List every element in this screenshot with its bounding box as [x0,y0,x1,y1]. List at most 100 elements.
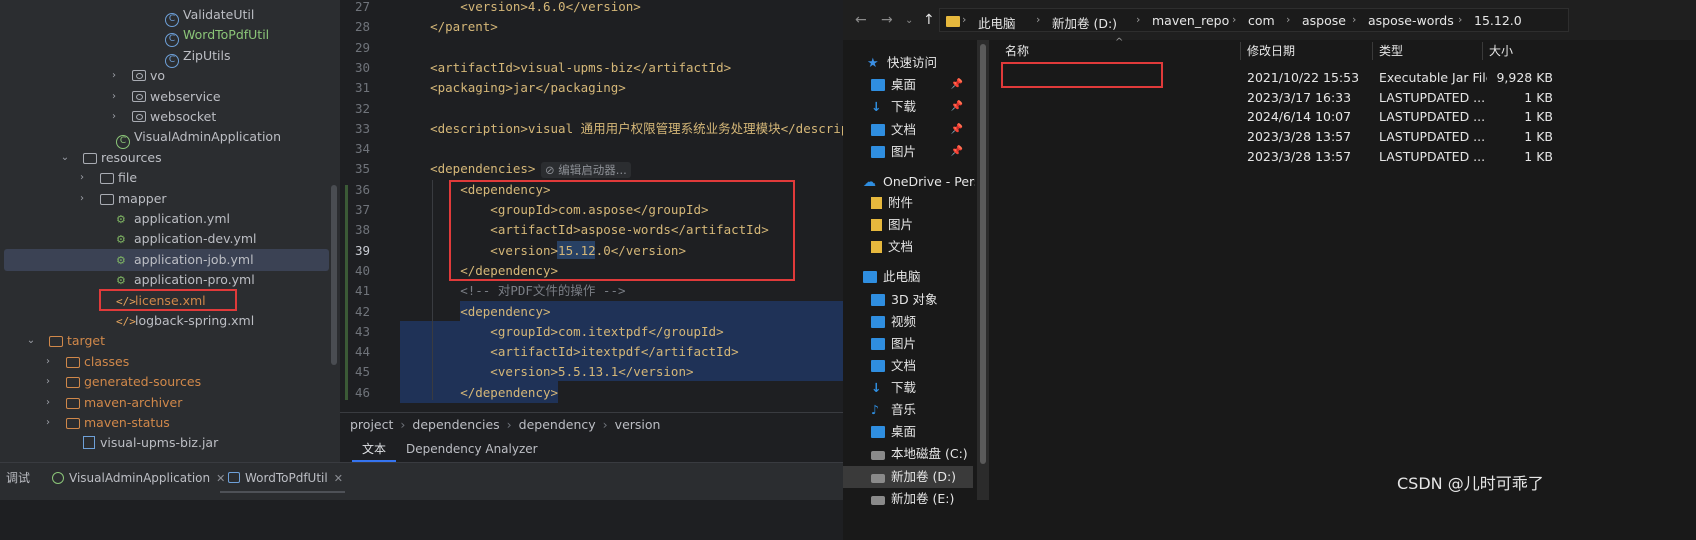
code-line[interactable]: </parent> [400,17,498,37]
recent-chevron-icon[interactable]: ⌄ [905,15,913,26]
code-line[interactable]: <version>4.6.0</version> [400,0,641,17]
tab-debug-visualadminapplication[interactable]: VisualAdminApplication ✕ [52,463,225,493]
tree-item[interactable]: › websocket [0,106,330,128]
column-header[interactable]: 修改日期 [1247,40,1295,62]
chevron-down-icon[interactable]: ⌄ [25,330,37,352]
tab-dependency-analyzer[interactable]: Dependency Analyzer [396,436,548,462]
address-crumb[interactable]: 新加卷 (D:) [1052,13,1117,32]
tab-text[interactable]: 文本 [352,436,397,462]
nav-item[interactable]: 文档 [843,236,913,258]
tree-scrollbar[interactable] [331,185,337,365]
address-chevron-icon[interactable]: › [1352,13,1356,26]
code-line[interactable]: <groupId>com.itextpdf</groupId> [400,322,723,342]
crumb-version[interactable]: version [615,417,661,432]
code-editor[interactable]: 27 28 29 30 31 32 33 34 35 36 37 38 39 40 41 42 43 44 45 46… [340,0,843,412]
nav-item[interactable]: ↓ 下载 📌 [843,96,969,118]
tree-item[interactable]: ⚙ application-job.yml [4,248,329,271]
tree-item[interactable]: C ZipUtils [0,45,330,68]
tree-item[interactable]: ⚙ application.yml [0,208,330,230]
nav-item[interactable]: ☁ OneDrive - Perso [843,171,975,193]
code-line[interactable]: </dependency> [400,383,558,403]
column-separator[interactable] [1372,42,1373,60]
code-line[interactable]: <artifactId>itextpdf</artifactId> [400,342,738,362]
file-row[interactable]: aspose-words-15.12.0-sources.jar.lastUpd… [989,147,1696,167]
tree-item[interactable]: C ValidateUtil [0,4,330,27]
address-chevron-icon[interactable]: › [1458,13,1462,26]
code-line[interactable]: <description>visual 通用用户权限管理系统业务处理模块</de… [400,119,843,139]
tree-item[interactable]: ⌄ target [0,330,330,352]
chevron-right-icon[interactable]: › [108,65,120,87]
forward-arrow-icon[interactable]: → [881,12,893,28]
address-crumb[interactable]: aspose-words [1368,13,1454,28]
column-header[interactable]: 名称 [1005,40,1029,62]
nav-item[interactable]: ★ 快速访问 [843,52,937,74]
chevron-right-icon[interactable]: › [42,351,54,373]
address-chevron-icon[interactable]: › [1136,13,1140,26]
chevron-right-icon[interactable]: › [108,86,120,108]
back-arrow-icon[interactable]: ← [855,12,867,28]
tree-item[interactable]: </>logback-spring.xml [0,310,330,332]
pin-icon[interactable]: 📌 [951,96,963,118]
nav-item[interactable]: 此电脑 [843,266,921,288]
column-header[interactable]: 大小 [1489,40,1513,62]
address-crumb[interactable]: 此电脑 [978,13,1016,32]
code-line[interactable]: <dependencies> [400,159,535,179]
nav-item[interactable]: 文档 📌 [843,119,969,141]
tree-item[interactable]: C WordToPdfUtil [0,24,330,48]
nav-item[interactable]: 桌面 [843,421,916,443]
tree-item[interactable]: › webservice [0,86,330,108]
crumb-dependency[interactable]: dependency [519,417,596,432]
tree-item[interactable]: › mapper [0,188,330,210]
chevron-right-icon[interactable]: › [76,188,88,210]
address-crumb[interactable]: 15.12.0 [1474,13,1522,28]
address-chevron-icon[interactable]: › [1232,13,1236,26]
code-line[interactable]: <artifactId>visual-upms-biz</artifactId> [400,58,731,78]
tree-item[interactable]: ⚙ application-pro.yml [0,269,330,291]
nav-scrollbar[interactable] [977,40,989,500]
column-header[interactable]: 类型 [1379,40,1403,62]
close-icon[interactable]: ✕ [334,472,343,485]
tree-item[interactable]: ⌄ resources [0,147,330,169]
address-crumb[interactable]: com [1248,13,1275,28]
code-line[interactable]: <dependency> [400,302,550,322]
tree-item[interactable]: › generated-sources [0,371,330,393]
pin-icon[interactable]: 📌 [951,141,963,163]
nav-item[interactable]: 视频 [843,311,916,333]
nav-item[interactable]: 图片 [843,333,916,355]
code-line[interactable]: <!-- 对PDF文件的操作 --> [400,281,625,301]
nav-item[interactable]: 本地磁盘 (C:) [843,443,968,465]
chevron-right-icon[interactable]: › [42,412,54,434]
nav-item[interactable]: 附件 [843,192,913,214]
nav-item[interactable]: 图片 [843,214,913,236]
tree-item[interactable]: C VisualAdminApplication [0,126,330,150]
chevron-right-icon[interactable]: › [42,392,54,414]
address-chevron-icon[interactable]: › [1286,13,1290,26]
nav-item[interactable]: 文档 [843,355,916,377]
tree-item[interactable]: ⚙ application-dev.yml [0,228,330,250]
nav-item[interactable]: 图片 📌 [843,141,969,163]
column-separator[interactable] [1240,42,1241,60]
nav-item[interactable]: 新加卷 (D:) [843,466,973,488]
edit-starters-hint[interactable]: ⊘ 编辑启动器... [537,162,631,178]
tree-item[interactable]: › maven-status [0,412,330,434]
crumb-dependencies[interactable]: dependencies [412,417,499,432]
address-crumb[interactable]: maven_repo [1152,13,1229,28]
up-arrow-icon[interactable]: ↑ [923,12,935,28]
tree-item[interactable]: › classes [0,351,330,373]
close-icon[interactable]: ✕ [216,472,225,485]
nav-item[interactable]: 3D 对象 [843,289,938,311]
nav-item[interactable]: ↓ 下载 [843,377,916,399]
address-bar[interactable]: › 此电脑 › 新加卷 (D:) › maven_repo › com › aspose › aspo… [939,8,1569,32]
code-line[interactable]: <packaging>jar</packaging> [400,78,626,98]
address-chevron-icon[interactable]: › [962,13,966,26]
crumb-project[interactable]: project [350,417,393,432]
chevron-right-icon[interactable]: › [76,167,88,189]
tree-item[interactable]: › maven-archiver [0,392,330,414]
code-line[interactable]: <version>5.5.13.1</version> [400,362,693,382]
tab-debug-wordtopdfutil[interactable]: WordToPdfUtil ✕ [228,463,343,493]
tree-item[interactable]: › vo [0,65,330,87]
address-chevron-icon[interactable]: › [1036,13,1040,26]
pin-icon[interactable]: 📌 [951,74,963,96]
file-row[interactable]: aspose-words-15.12.0-javadoc.jar.lastUpd… [989,127,1696,147]
tree-item[interactable]: visual-upms-biz.jar [0,432,330,454]
